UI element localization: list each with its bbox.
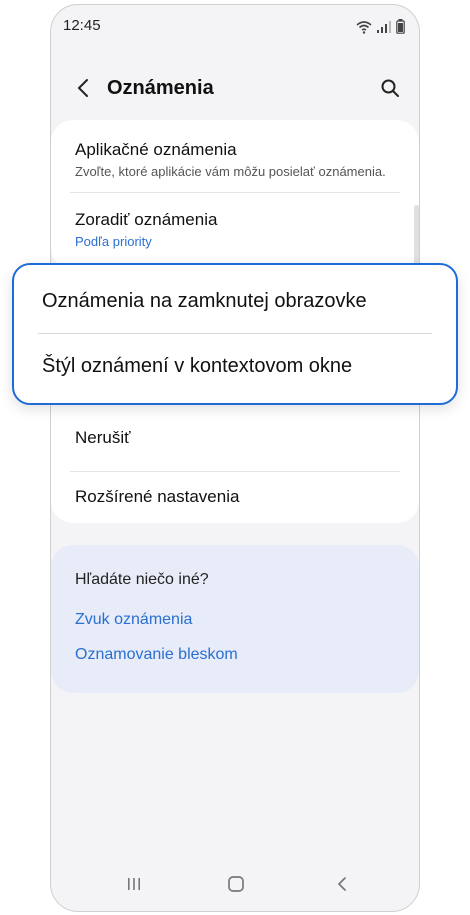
- suggestions-card: Hľadáte niečo iné? Zvuk oznámenia Oznamo…: [51, 545, 419, 693]
- status-icons: [356, 19, 405, 34]
- settings-card-bottom: Nerušiť Rozšírené nastavenia: [51, 403, 419, 523]
- item-subtitle: Podľa priority: [75, 234, 152, 249]
- navigation-bar: [51, 869, 419, 899]
- divider: [38, 333, 432, 334]
- recent-apps-icon: [128, 878, 140, 890]
- list-item-advanced-settings[interactable]: Rozšírené nastavenia: [75, 487, 399, 507]
- back-button[interactable]: [69, 73, 97, 103]
- highlighted-options-popup: Oznámenia na zamknutej obrazovke Štýl oz…: [12, 263, 458, 405]
- item-title: Aplikačné oznámenia: [75, 140, 237, 159]
- home-icon: [228, 876, 244, 892]
- suggestions-question: Hľadáte niečo iné?: [75, 571, 209, 588]
- back-icon: [337, 877, 346, 891]
- nav-back-button[interactable]: [327, 869, 357, 899]
- item-title: Zoradiť oznámenia: [75, 210, 218, 229]
- search-button[interactable]: [375, 73, 405, 103]
- battery-icon: [396, 19, 405, 34]
- link-flash-notification[interactable]: Oznamovanie bleskom: [75, 646, 238, 664]
- scrollbar[interactable]: [414, 205, 419, 265]
- list-item-app-notifications[interactable]: Aplikačné oznámenia Zvoľte, ktoré apliká…: [75, 140, 399, 179]
- signal-icon: [377, 21, 391, 33]
- item-title: Nerušiť: [75, 428, 131, 447]
- phone-frame: 12:45 Oznámenia Aplikačné oznámenia Zvoľ…: [50, 4, 420, 912]
- recent-apps-button[interactable]: [119, 869, 149, 899]
- home-button[interactable]: [221, 869, 251, 899]
- divider: [70, 192, 400, 193]
- divider: [70, 471, 400, 472]
- item-title: Rozšírené nastavenia: [75, 487, 240, 506]
- chevron-left-icon: [77, 79, 88, 97]
- item-subtitle: Zvoľte, ktoré aplikácie vám môžu posiela…: [75, 164, 386, 179]
- option-popup-notification-style[interactable]: Štýl oznámení v kontextovom okne: [42, 355, 352, 378]
- page-title: Oznámenia: [107, 77, 214, 99]
- status-bar: 12:45: [63, 17, 405, 39]
- wifi-icon: [356, 21, 372, 34]
- settings-card-top: Aplikačné oznámenia Zvoľte, ktoré apliká…: [51, 120, 419, 270]
- search-icon: [381, 79, 399, 97]
- list-item-sort-notifications[interactable]: Zoradiť oznámenia Podľa priority: [75, 210, 399, 249]
- option-lock-screen-notifications[interactable]: Oznámenia na zamknutej obrazovke: [42, 290, 367, 313]
- status-time: 12:45: [63, 17, 101, 34]
- list-item-do-not-disturb[interactable]: Nerušiť: [75, 428, 399, 448]
- link-notification-sound[interactable]: Zvuk oznámenia: [75, 611, 192, 629]
- app-header: Oznámenia: [51, 65, 419, 115]
